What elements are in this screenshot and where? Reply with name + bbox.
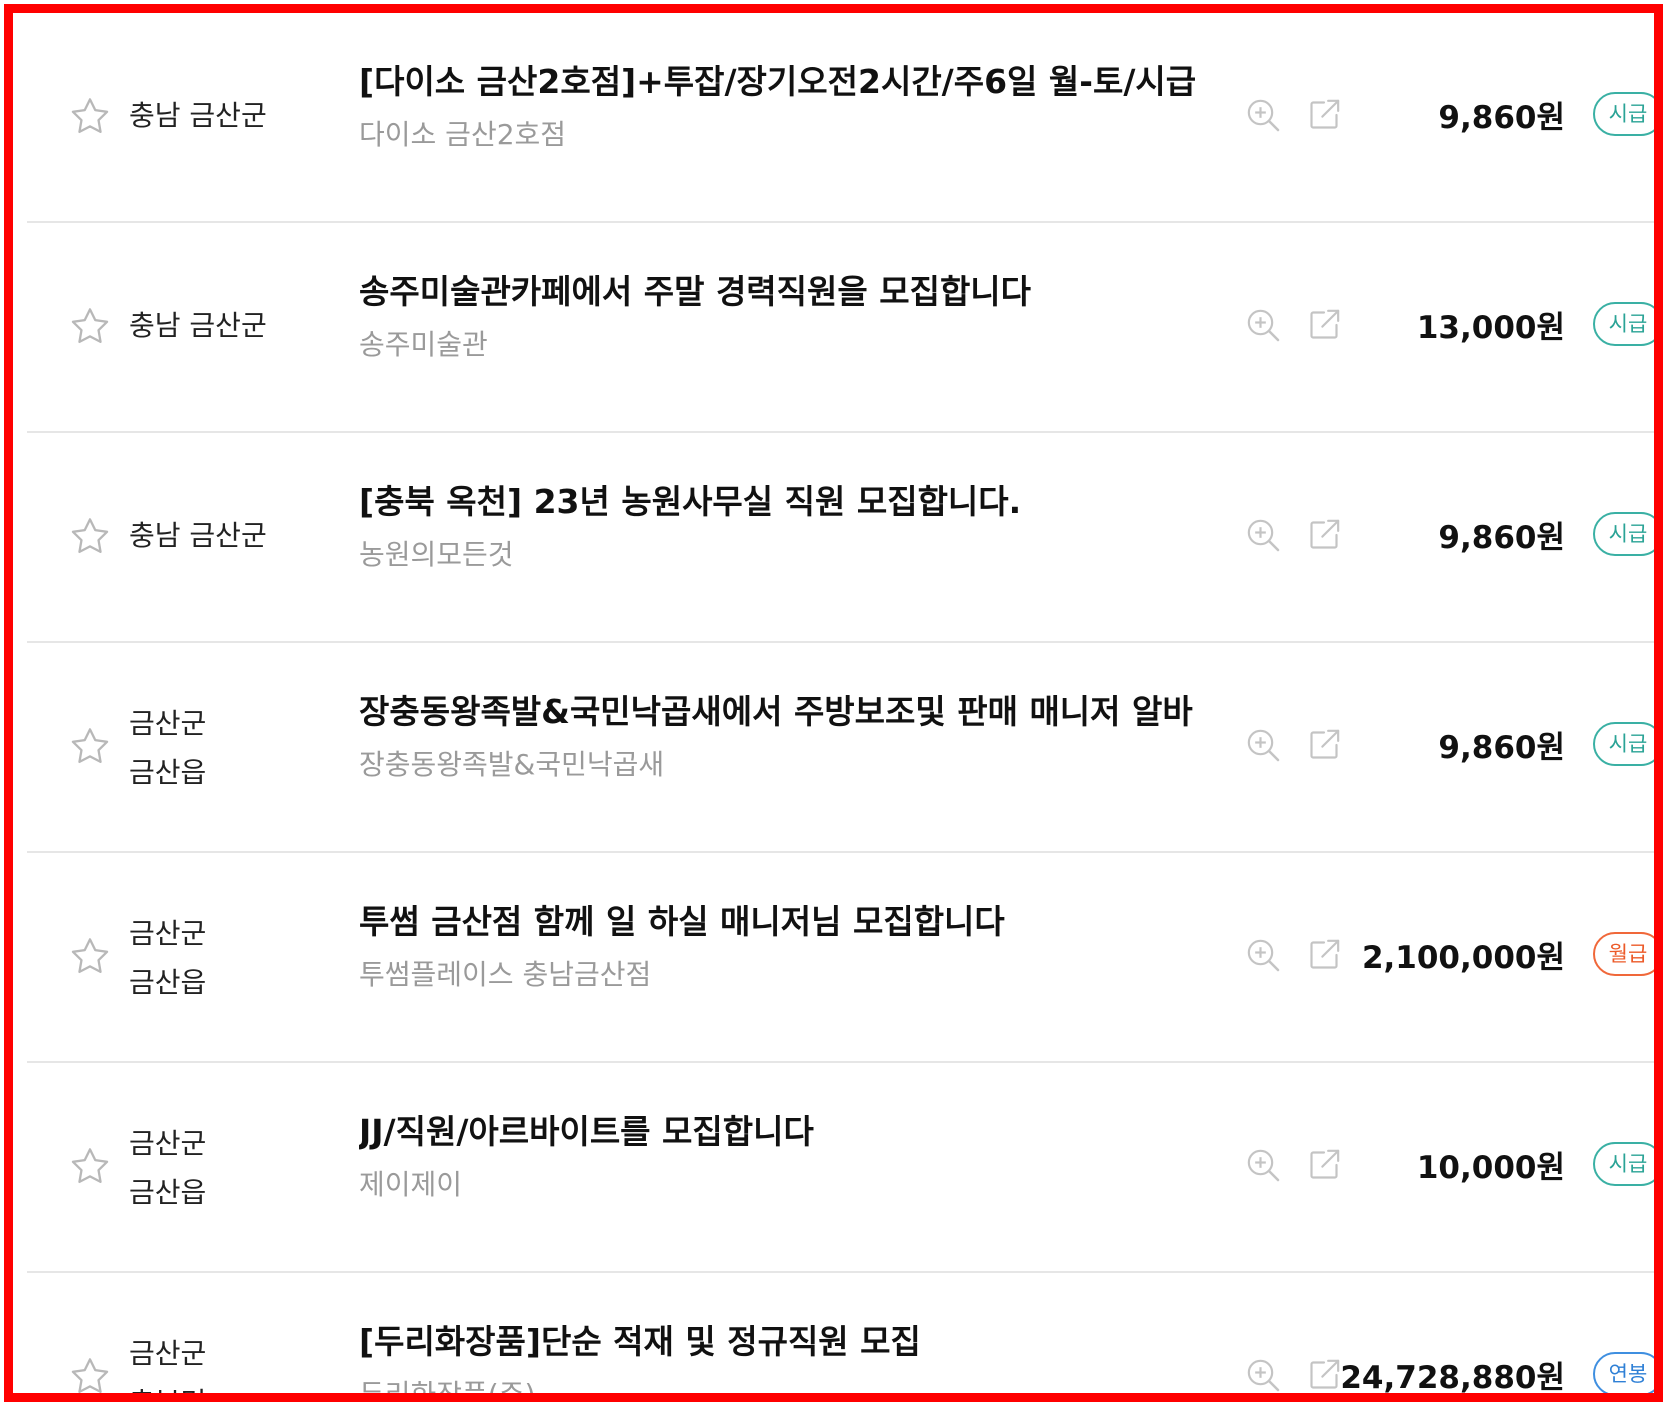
job-region: 금산군금산읍	[129, 1119, 319, 1217]
zoom-in-icon[interactable]	[1243, 725, 1283, 765]
job-row[interactable]: 금산군금산읍 장충동왕족발&국민낙곱새에서 주방보조및 판매 매니저 알바 장충…	[27, 643, 1654, 853]
pay-amount: 9,860원	[1438, 520, 1565, 556]
region-line: 충남 금산군	[129, 309, 267, 342]
job-region: 충남 금산군	[129, 511, 319, 560]
external-link-icon[interactable]	[1304, 1145, 1344, 1185]
job-title[interactable]: 투썸 금산점 함께 일 하실 매니저님 모집합니다	[359, 895, 1229, 943]
job-list: 충남 금산군 [다이소 금산2호점]+투잡/장기오전2시간/주6일 월-토/시급…	[27, 13, 1654, 1396]
company-name[interactable]: 농원의모든것	[359, 533, 959, 573]
pay-amount: 13,000원	[1416, 310, 1565, 346]
pay-type-badge: 시급	[1593, 302, 1654, 346]
pay-type-badge: 연봉	[1593, 1352, 1654, 1393]
region-line: 금산읍	[129, 756, 207, 789]
zoom-in-icon[interactable]	[1243, 305, 1283, 345]
job-row[interactable]: 충남 금산군 송주미술관카페에서 주말 경력직원을 모집합니다 송주미술관 13…	[27, 223, 1654, 433]
zoom-in-icon[interactable]	[1243, 515, 1283, 555]
star-icon[interactable]	[67, 1354, 113, 1393]
zoom-in-icon[interactable]	[1243, 95, 1283, 135]
external-link-icon[interactable]	[1304, 725, 1344, 765]
region-line: 금산군	[129, 1337, 207, 1370]
company-name[interactable]: 송주미술관	[359, 323, 959, 363]
job-region: 충남 금산군	[129, 91, 319, 140]
pay-amount: 2,100,000원	[1361, 940, 1565, 976]
job-title[interactable]: JJ/직원/아르바이트를 모집합니다	[359, 1105, 1229, 1153]
zoom-in-icon[interactable]	[1243, 935, 1283, 975]
region-line: 추부면	[129, 1378, 319, 1393]
job-region: 금산군금산읍	[129, 699, 319, 797]
region-line: 금산군	[129, 1127, 207, 1160]
star-icon[interactable]	[67, 94, 113, 140]
pay-amount: 9,860원	[1438, 100, 1565, 136]
job-title[interactable]: [다이소 금산2호점]+투잡/장기오전2시간/주6일 월-토/시급	[359, 55, 1229, 103]
star-icon[interactable]	[67, 1144, 113, 1190]
company-name[interactable]: 제이제이	[359, 1163, 959, 1203]
job-title[interactable]: 장충동왕족발&국민낙곱새에서 주방보조및 판매 매니저 알바	[359, 685, 1229, 733]
pay-amount: 24,728,880원	[1340, 1360, 1565, 1396]
job-row[interactable]: 금산군추부면 [두리화장품]단순 적재 및 정규직원 모집 두리화장품(주) 2…	[27, 1273, 1654, 1396]
pay-type-badge: 시급	[1593, 722, 1654, 766]
job-row[interactable]: 충남 금산군 [다이소 금산2호점]+투잡/장기오전2시간/주6일 월-토/시급…	[27, 13, 1654, 223]
region-line: 금산읍	[129, 966, 207, 999]
star-icon[interactable]	[67, 934, 113, 980]
region-line: 금산군	[129, 707, 207, 740]
company-name[interactable]: 장충동왕족발&국민낙곱새	[359, 743, 959, 783]
zoom-in-icon[interactable]	[1243, 1145, 1283, 1185]
job-row[interactable]: 충남 금산군 [충북 옥천] 23년 농원사무실 직원 모집합니다. 농원의모든…	[27, 433, 1654, 643]
job-region: 금산군추부면	[129, 1329, 319, 1393]
company-name[interactable]: 다이소 금산2호점	[359, 113, 959, 153]
pay-type-badge: 월급	[1593, 932, 1654, 976]
region-line: 금산군	[129, 917, 207, 950]
pay-amount: 9,860원	[1438, 730, 1565, 766]
highlight-frame: 충남 금산군 [다이소 금산2호점]+투잡/장기오전2시간/주6일 월-토/시급…	[4, 4, 1663, 1402]
zoom-in-icon[interactable]	[1243, 1355, 1283, 1393]
star-icon[interactable]	[67, 724, 113, 770]
pay-amount: 10,000원	[1416, 1150, 1565, 1186]
job-region: 충남 금산군	[129, 301, 319, 350]
pay-type-badge: 시급	[1593, 512, 1654, 556]
external-link-icon[interactable]	[1304, 305, 1344, 345]
external-link-icon[interactable]	[1304, 515, 1344, 555]
region-line: 충남 금산군	[129, 99, 267, 132]
job-row[interactable]: 금산군금산읍 JJ/직원/아르바이트를 모집합니다 제이제이 10,000원 시…	[27, 1063, 1654, 1273]
job-title[interactable]: 송주미술관카페에서 주말 경력직원을 모집합니다	[359, 265, 1229, 313]
external-link-icon[interactable]	[1304, 1355, 1344, 1393]
job-title[interactable]: [충북 옥천] 23년 농원사무실 직원 모집합니다.	[359, 475, 1229, 523]
pay-type-badge: 시급	[1593, 92, 1654, 136]
region-line: 충남 금산군	[129, 519, 267, 552]
star-icon[interactable]	[67, 514, 113, 560]
region-line: 금산읍	[129, 1176, 207, 1209]
external-link-icon[interactable]	[1304, 935, 1344, 975]
external-link-icon[interactable]	[1304, 95, 1344, 135]
company-name[interactable]: 두리화장품(주)	[359, 1373, 959, 1393]
job-row[interactable]: 금산군금산읍 투썸 금산점 함께 일 하실 매니저님 모집합니다 투썸플레이스 …	[27, 853, 1654, 1063]
job-region: 금산군금산읍	[129, 909, 319, 1007]
company-name[interactable]: 투썸플레이스 충남금산점	[359, 953, 959, 993]
pay-type-badge: 시급	[1593, 1142, 1654, 1186]
star-icon[interactable]	[67, 304, 113, 350]
job-title[interactable]: [두리화장품]단순 적재 및 정규직원 모집	[359, 1315, 1229, 1363]
